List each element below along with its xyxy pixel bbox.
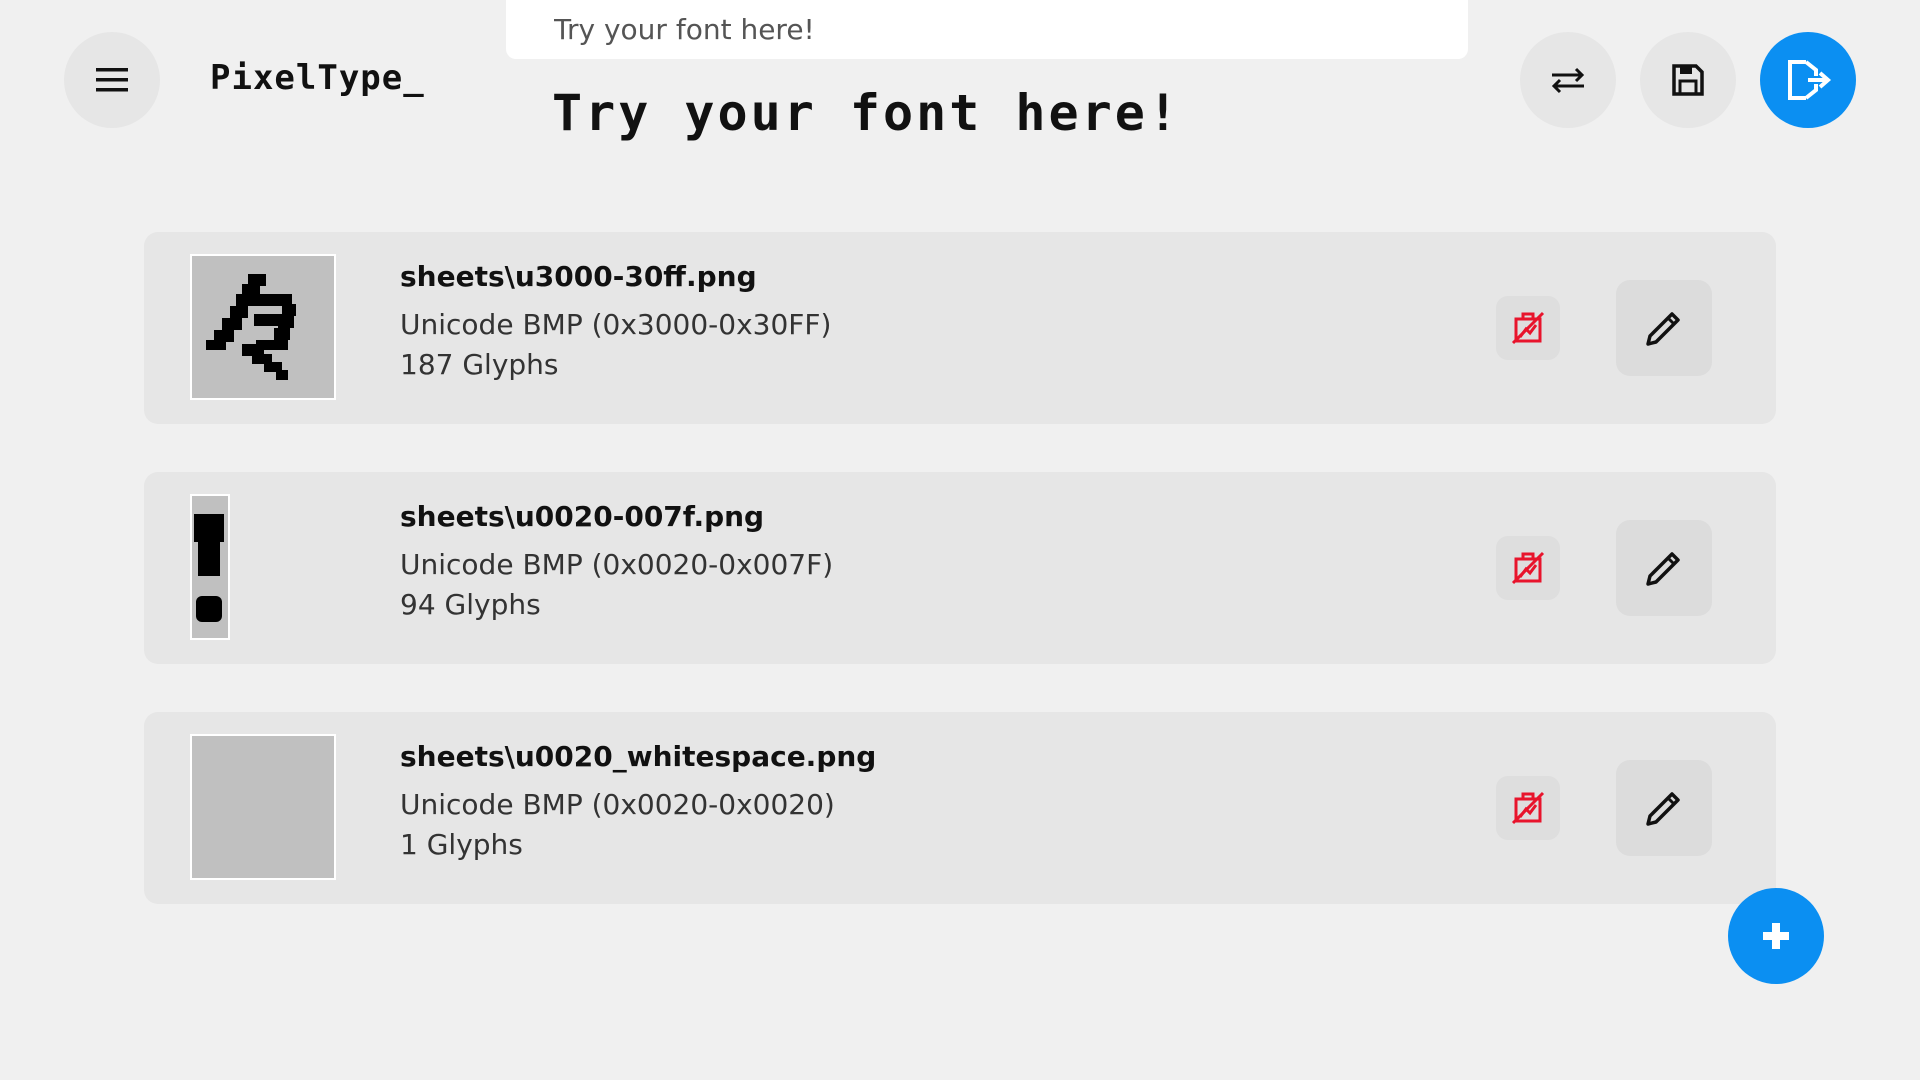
sheet-filename: sheets\u0020_whitespace.png xyxy=(400,740,877,773)
delete-image-icon xyxy=(1511,791,1545,825)
exclamation-glyph-image xyxy=(194,514,224,622)
sheet-unicode-range: Unicode BMP (0x0020-0x0020) xyxy=(400,788,835,821)
export-button[interactable] xyxy=(1760,32,1856,128)
edit-sheet-button[interactable] xyxy=(1616,280,1712,376)
edit-sheet-button[interactable] xyxy=(1616,760,1712,856)
export-icon xyxy=(1788,60,1832,100)
save-button[interactable] xyxy=(1640,32,1736,128)
save-floppy-icon xyxy=(1672,64,1704,96)
sheet-glyph-count: 94 Glyphs xyxy=(400,588,541,621)
sheet-glyph-count: 1 Glyphs xyxy=(400,828,523,861)
top-bar: PixelType_ Try your font here! xyxy=(0,0,1920,162)
pencil-icon xyxy=(1646,552,1680,586)
font-preview-input[interactable] xyxy=(506,0,1468,59)
katakana-glyph-image xyxy=(206,274,296,380)
search-box xyxy=(506,0,1468,59)
sheet-thumbnail xyxy=(190,254,336,400)
delete-sheet-button[interactable] xyxy=(1496,296,1560,360)
pencil-icon xyxy=(1646,792,1680,826)
sheet-card: sheets\u0020_whitespace.png Unicode BMP … xyxy=(144,712,1776,904)
swap-button[interactable] xyxy=(1520,32,1616,128)
sheet-filename: sheets\u0020-007f.png xyxy=(400,500,765,533)
pencil-icon xyxy=(1646,312,1680,346)
sheet-card: sheets\u0020-007f.png Unicode BMP (0x002… xyxy=(144,472,1776,664)
swap-arrows-icon xyxy=(1551,67,1585,94)
delete-image-icon xyxy=(1511,311,1545,345)
font-preview-text: Try your font here! xyxy=(552,84,1181,142)
sheet-unicode-range: Unicode BMP (0x0020-0x007F) xyxy=(400,548,834,581)
hamburger-menu-icon xyxy=(96,68,128,92)
app-logo: PixelType_ xyxy=(210,58,425,98)
add-sheet-button[interactable] xyxy=(1728,888,1824,984)
sheet-glyph-count: 187 Glyphs xyxy=(400,348,559,381)
sheet-thumbnail xyxy=(190,494,230,640)
sheet-unicode-range: Unicode BMP (0x3000-0x30FF) xyxy=(400,308,832,341)
delete-image-icon xyxy=(1511,551,1545,585)
sheet-card: sheets\u3000-30ff.png Unicode BMP (0x300… xyxy=(144,232,1776,424)
sheet-thumbnail xyxy=(190,734,336,880)
plus-icon xyxy=(1763,923,1789,949)
sheet-filename: sheets\u3000-30ff.png xyxy=(400,260,757,293)
edit-sheet-button[interactable] xyxy=(1616,520,1712,616)
sheet-list: sheets\u3000-30ff.png Unicode BMP (0x300… xyxy=(144,232,1776,952)
menu-button[interactable] xyxy=(64,32,160,128)
delete-sheet-button[interactable] xyxy=(1496,536,1560,600)
delete-sheet-button[interactable] xyxy=(1496,776,1560,840)
